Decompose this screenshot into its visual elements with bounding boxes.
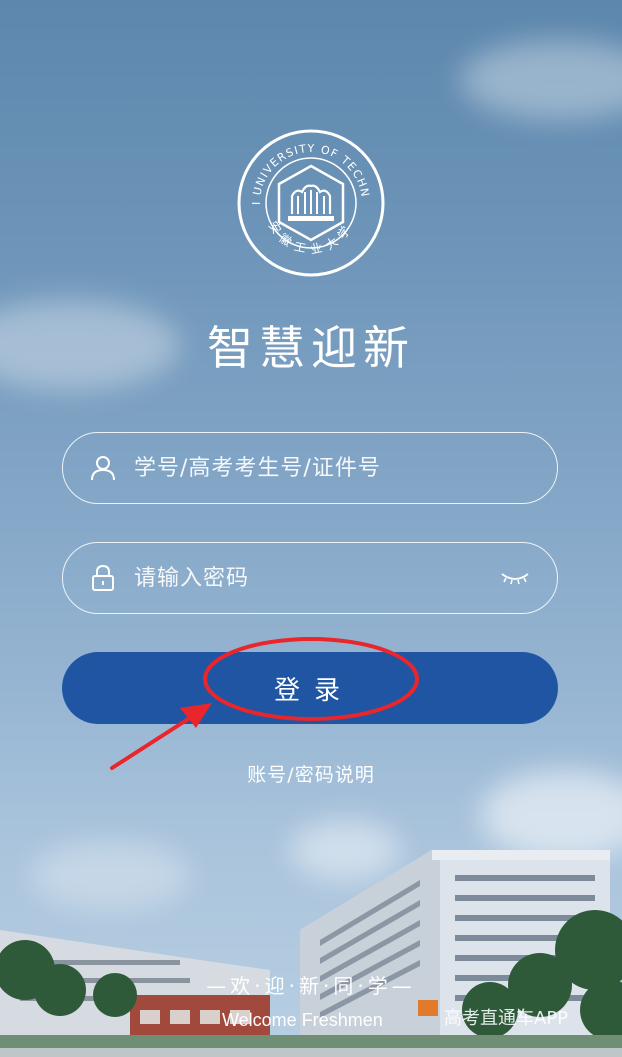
eye-closed-icon[interactable] (499, 568, 531, 588)
username-field[interactable] (62, 432, 558, 504)
account-help-link[interactable]: 账号/密码说明 (0, 760, 622, 787)
user-icon (88, 453, 118, 483)
welcome-english-text: Welcome Freshmen (222, 1010, 383, 1030)
watermark-text: 高考直通车APP (444, 1008, 569, 1029)
logo-chinese-name: 安徽工业大学 (266, 218, 351, 257)
password-field[interactable] (62, 542, 558, 614)
login-button[interactable]: 登录 (62, 652, 558, 724)
svg-text:安徽工业大学: 安徽工业大学 (266, 218, 357, 257)
logo-arc-text: ANHUI UNIVERSITY OF TECHNOLOGY (231, 118, 371, 205)
cloud (460, 40, 622, 120)
login-screen: ANHUI UNIVERSITY OF TECHNOLOGY 安徽工业大学 智慧… (0, 0, 622, 1057)
password-input[interactable] (132, 542, 499, 614)
svg-text:ANHUI UNIVERSITY OF TECHNOLOGY: ANHUI UNIVERSITY OF TECHNOLOGY (236, 128, 372, 205)
lock-icon (88, 563, 118, 593)
welcome-chinese-text: —欢·迎·新·同·学— (206, 974, 416, 998)
university-logo: ANHUI UNIVERSITY OF TECHNOLOGY 安徽工业大学 (231, 118, 386, 278)
username-input[interactable] (132, 432, 557, 504)
app-title: 智慧迎新 (207, 321, 415, 375)
